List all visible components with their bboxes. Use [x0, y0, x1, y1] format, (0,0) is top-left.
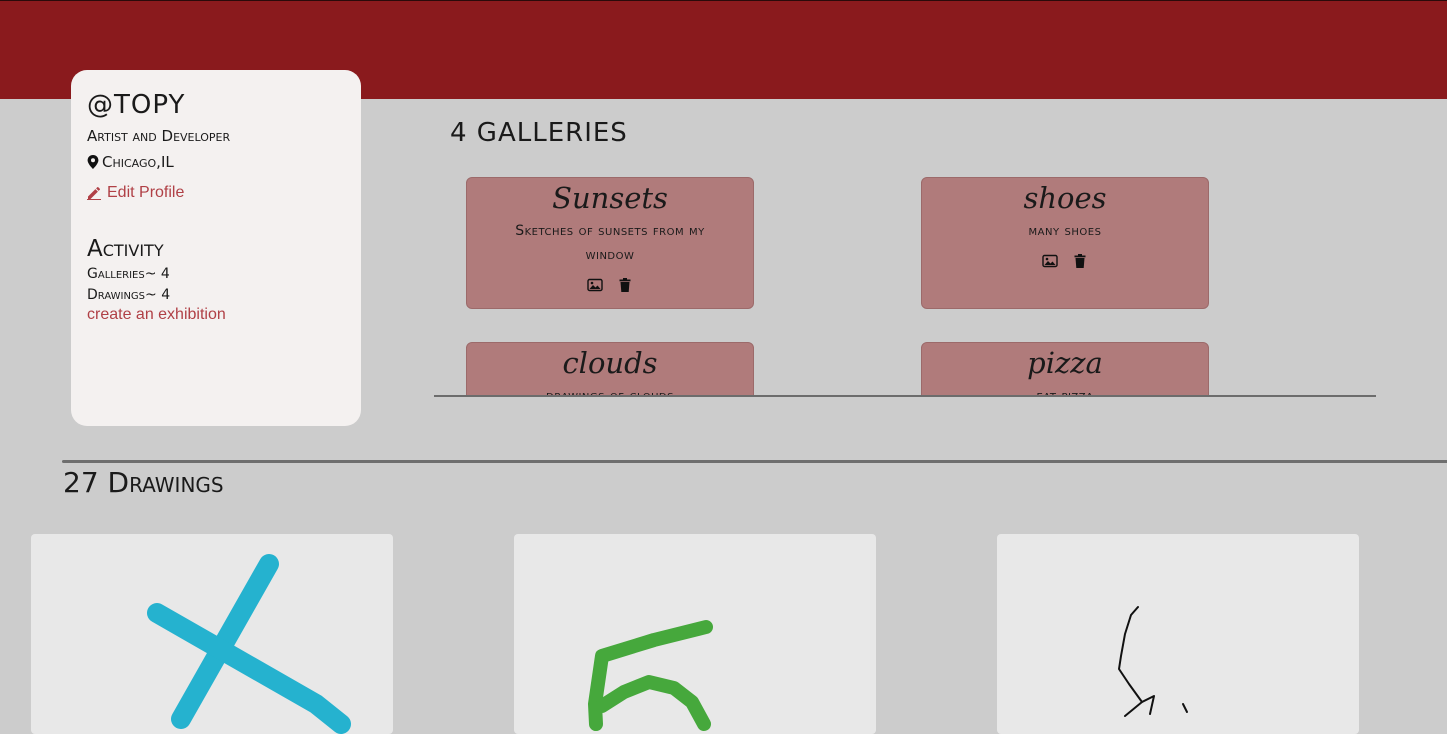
drawing-card[interactable]	[514, 534, 876, 734]
drawings-count: Drawings~ 4	[87, 287, 171, 303]
username: @TOPY	[87, 90, 186, 120]
gallery-name: Sunsets	[552, 181, 668, 215]
gallery-description: Sketches of sunsets from my window	[515, 223, 705, 263]
galleries-heading: 4 GALLERIES	[450, 118, 628, 148]
map-pin-icon	[87, 155, 99, 169]
drawing-thumbnail	[1118, 606, 1188, 717]
gallery-description: drawings of clouds	[546, 388, 674, 397]
profile-card: @TOPY Artist and Developer Chicago,IL Ed…	[71, 70, 361, 426]
gallery-card[interactable]: pizza eat pizza	[921, 342, 1209, 397]
pencil-icon	[87, 186, 101, 200]
gallery-description: eat pizza	[1036, 388, 1094, 397]
gallery-card[interactable]: Sunsets Sketches of sunsets from my wind…	[466, 177, 754, 309]
drawing-thumbnail	[588, 620, 713, 731]
drawings-heading: 27 Drawings	[63, 466, 224, 499]
drawing-thumbnail	[147, 554, 351, 734]
gallery-description: many shoes	[1028, 223, 1102, 239]
gallery-card[interactable]: clouds drawings of clouds	[466, 342, 754, 397]
galleries-scroll-area[interactable]: Sunsets Sketches of sunsets from my wind…	[434, 170, 1376, 397]
image-icon[interactable]	[587, 277, 603, 293]
edit-profile-label: Edit Profile	[107, 184, 185, 201]
profile-location: Chicago,IL	[87, 153, 174, 171]
gallery-name: shoes	[1023, 181, 1107, 215]
drawing-card[interactable]	[31, 534, 393, 734]
location-text: Chicago,IL	[102, 153, 174, 171]
create-exhibition-link[interactable]: create an exhibition	[87, 306, 226, 324]
edit-profile-link[interactable]: Edit Profile	[87, 184, 184, 202]
drawing-card[interactable]	[997, 534, 1359, 734]
trash-icon[interactable]	[617, 277, 633, 293]
galleries-count: Galleries~ 4	[87, 266, 170, 282]
image-icon[interactable]	[1042, 253, 1058, 269]
profile-tagline: Artist and Developer	[87, 127, 231, 145]
gallery-name: pizza	[1027, 346, 1103, 380]
section-divider	[62, 460, 1447, 463]
gallery-name: clouds	[562, 346, 658, 380]
activity-heading: Activity	[87, 236, 164, 262]
trash-icon[interactable]	[1072, 253, 1088, 269]
gallery-card[interactable]: shoes many shoes	[921, 177, 1209, 309]
